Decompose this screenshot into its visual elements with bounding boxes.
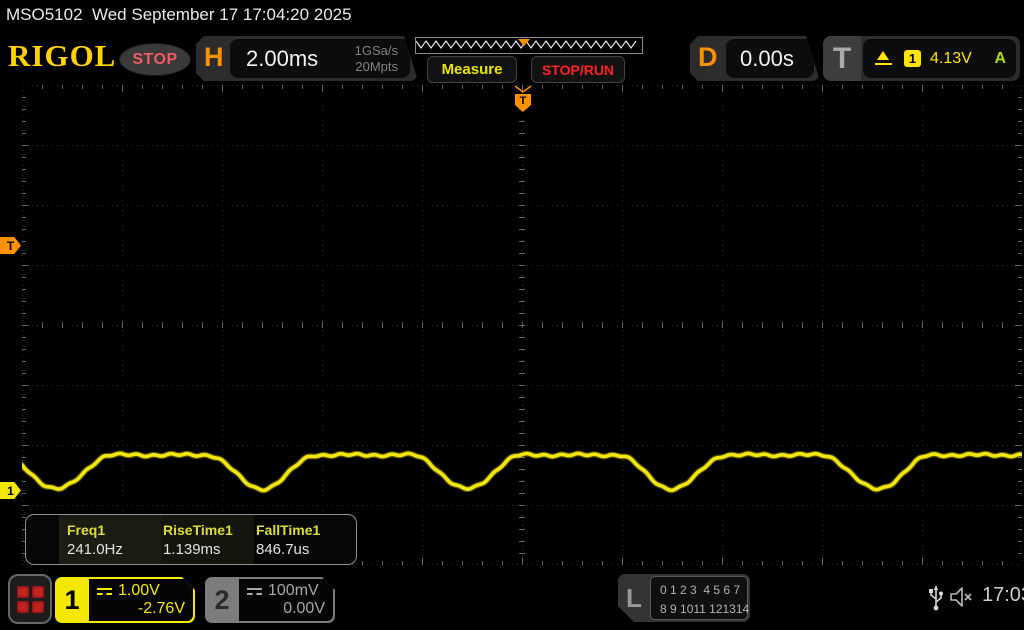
memory-depth: 20Mpts [355,59,398,74]
waveform-memory-bar[interactable] [415,37,643,54]
menu-grid-icon[interactable] [8,574,52,624]
measurement-value: 846.7us [256,541,310,558]
logic-row-2: 8 9 1011 12131415 [660,602,763,616]
delay-label: D [698,42,718,72]
delay-panel[interactable]: D 0.00s [690,36,820,81]
graticule [22,85,1022,565]
menu-square [16,600,29,613]
sample-rate: 1GSa/s [354,43,398,58]
horizontal-panel[interactable]: H 2.00ms 1GSa/s 20Mpts [196,36,418,81]
delay-value: 0.00s [740,46,794,71]
channel2-scale: 100mV [268,582,319,599]
channel2-offset: 0.00V [283,600,325,617]
horizontal-inner: 2.00ms 1GSa/s 20Mpts [230,39,410,78]
clock-text: 17:03 [982,584,1024,606]
oscilloscope-screen: MSO5102 Wed September 17 17:04:20 2025 R… [0,0,1024,630]
menu-square [16,585,29,598]
speaker-muted-icon [950,587,972,607]
channel2-number: 2 [214,584,230,615]
trigger-source-badge: 1 [904,50,921,67]
channel1-badge[interactable]: 1 1.00V -2.76V [55,577,195,623]
channel1-number: 1 [64,584,80,615]
logic-channels-badge[interactable]: L 0 1 2 3 4 5 6 7 8 9 1011 12131415 [618,574,750,622]
trigger-mode: A [994,49,1006,67]
measure-button[interactable]: Measure [427,56,517,83]
dc-coupling-icon [97,588,112,595]
trigger-position-marker[interactable]: T [513,85,533,113]
channel1-scale: 1.00V [118,582,160,599]
svg-text:T: T [520,95,527,107]
run-state-badge: STOP [119,43,191,76]
menu-square [31,585,44,598]
channel2-settings: 100mV 0.00V [239,579,333,621]
menu-square [31,600,44,613]
logic-row-1: 0 1 2 3 4 5 6 7 [660,583,741,597]
measurement-label: Freq1 [67,522,106,538]
logic-channel-list: 0 1 2 3 4 5 6 7 8 9 1011 12131415 [650,576,748,620]
trigger-panel[interactable]: T 1 4.13V A [823,36,1020,81]
rigol-logo: RIGOL [8,38,117,73]
trigger-inner: 1 4.13V A [863,39,1016,78]
measurement-label: RiseTime1 [163,522,233,538]
trigger-level-value: 4.13V [930,49,972,67]
memory-position-icon [518,39,530,46]
channel1-settings: 1.00V -2.76V [89,579,193,621]
timebase-value: 2.00ms [246,46,319,71]
channel1-scale-row: 1.00V [97,582,160,600]
channel2-scale-row: 100mV [247,582,319,600]
trigger-label: T [823,36,861,81]
delay-inner: 0.00s [726,39,814,78]
channel1-offset-marker[interactable]: 1 [0,482,21,499]
measurement-label: FallTime1 [256,522,321,538]
acquisition-info: 1GSa/s 20Mpts [355,43,398,75]
measurement-overlay[interactable]: Freq1 241.0Hz RiseTime1 1.139ms FallTime… [25,514,357,565]
measurement-value: 241.0Hz [67,541,123,558]
usb-icon [929,586,943,611]
channel2-badge[interactable]: 2 100mV 0.00V [205,577,335,623]
stop-run-button[interactable]: STOP/RUN [531,56,625,83]
logic-label: L [626,582,642,613]
channel1-offset: -2.76V [137,600,185,617]
dc-coupling-icon [247,588,262,595]
measurement-value: 1.139ms [163,541,221,558]
model-datetime-text: MSO5102 Wed September 17 17:04:20 2025 [6,5,352,24]
trigger-slope-icon [875,50,892,65]
trigger-level-marker[interactable]: T [0,237,21,254]
horizontal-label: H [204,42,224,72]
